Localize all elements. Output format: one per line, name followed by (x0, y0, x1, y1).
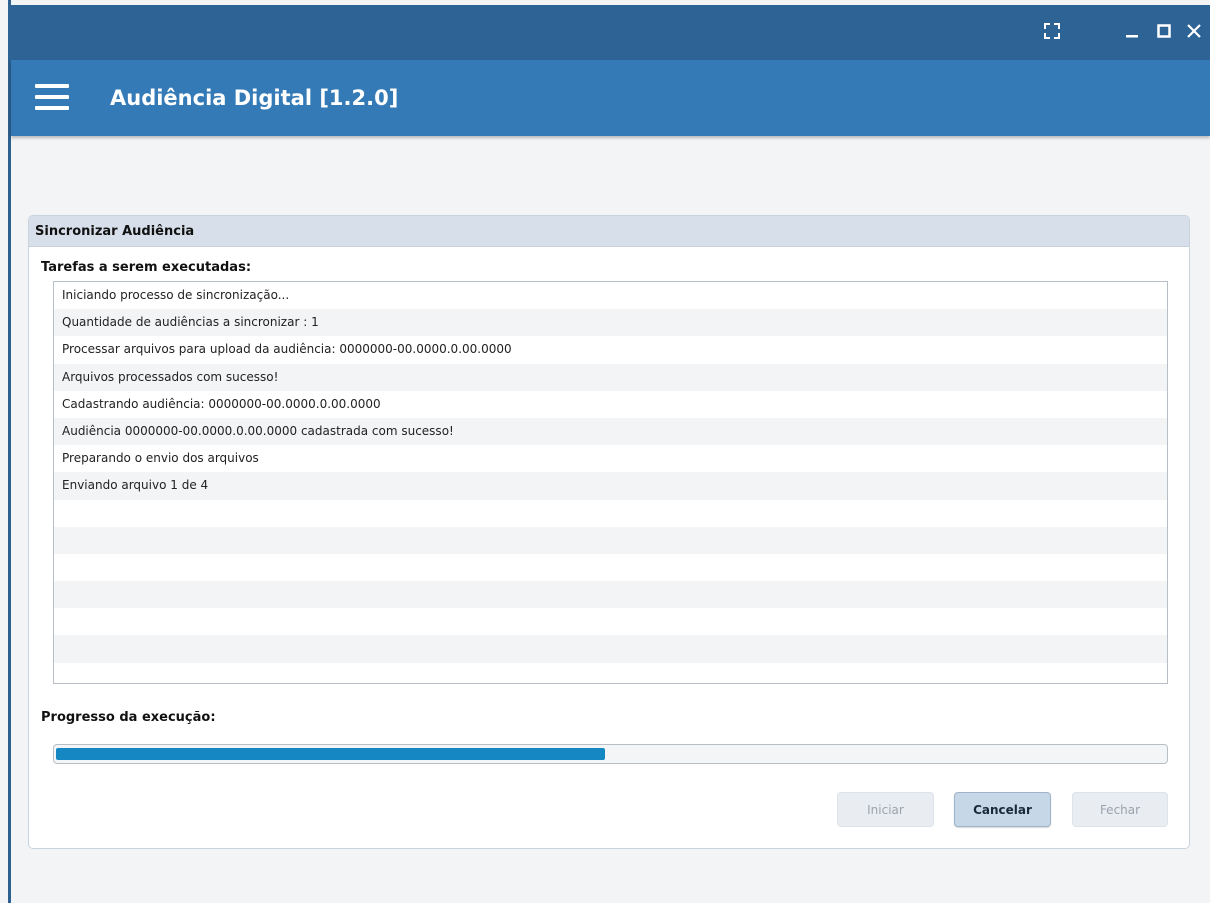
list-item: Enviando arquivo 1 de 4 (54, 472, 1167, 500)
list-item (54, 526, 1167, 554)
list-item: Cadastrando audiência: 0000000-00.0000.0… (62, 396, 381, 411)
list-item: Iniciando processo de sincronização... (62, 288, 290, 302)
start-button[interactable]: Iniciar (837, 792, 934, 827)
list-item: Preparando o envio dos arquivos (62, 451, 259, 466)
list-item: Quantidade de audiências a sincronizar :… (54, 309, 1167, 337)
panel-header: Sincronizar Audiência (29, 216, 1189, 247)
minimize-icon[interactable] (1118, 17, 1146, 45)
list-item: Audiência 0000000-00.0000.0.00.0000 cada… (54, 417, 1167, 446)
list-item: Arquivos processados com sucesso! (54, 363, 1167, 391)
task-list[interactable]: Iniciando processo de sincronização... Q… (53, 281, 1168, 684)
close-icon[interactable] (1180, 17, 1208, 45)
progress-bar (53, 744, 1168, 764)
list-item (54, 663, 1167, 683)
list-item (54, 608, 1167, 635)
progress-bar-fill (56, 748, 605, 760)
list-item: Processar arquivos para upload da audiên… (62, 342, 512, 357)
close-button[interactable]: Fechar (1072, 792, 1168, 827)
tasks-label: Tarefas a serem executadas: (41, 260, 252, 275)
list-item (54, 581, 1167, 609)
list-item (54, 635, 1167, 663)
list-item (54, 554, 1167, 581)
maximize-icon[interactable] (1150, 17, 1178, 45)
app-header: Audiência Digital [1.2.0] (11, 60, 1210, 136)
sync-panel: Sincronizar Audiência Tarefas a serem ex… (28, 215, 1190, 849)
progress-label: Progresso da execução: (41, 710, 216, 725)
window-titlebar (8, 5, 1210, 60)
app-window: Audiência Digital [1.2.0] Sincronizar Au… (0, 0, 1210, 903)
hamburger-menu-icon[interactable] (35, 84, 69, 112)
app-title: Audiência Digital [1.2.0] (110, 86, 399, 110)
list-item (54, 500, 1167, 527)
fullscreen-icon[interactable] (1038, 17, 1066, 45)
cancel-button[interactable]: Cancelar (954, 792, 1051, 827)
panel-title: Sincronizar Audiência (35, 224, 195, 239)
